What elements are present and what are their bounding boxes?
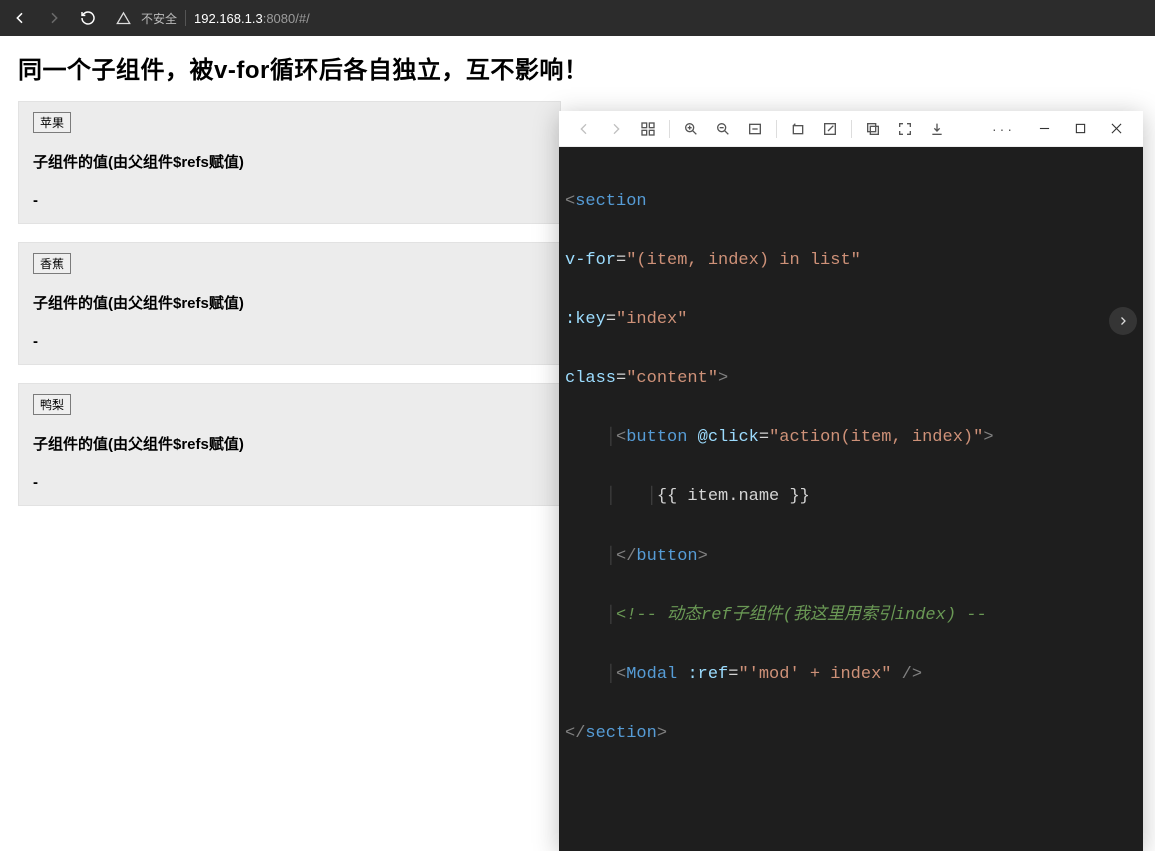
address-bar[interactable]: 不安全 192.168.1.3:8080/#/	[116, 10, 310, 27]
url-text: 192.168.1.3:8080/#/	[194, 11, 310, 26]
zoom-out-button[interactable]	[708, 115, 738, 143]
minimize-button[interactable]	[1027, 115, 1061, 143]
maximize-button[interactable]	[1063, 115, 1097, 143]
next-image-button[interactable]	[1109, 307, 1137, 335]
reload-button[interactable]	[78, 8, 98, 28]
list-item: 香蕉 子组件的值(由父组件$refs赋值) -	[18, 242, 561, 365]
fullscreen-button[interactable]	[890, 115, 920, 143]
viewer-back-button[interactable]	[569, 115, 599, 143]
sub-value: -	[33, 474, 546, 491]
item-button[interactable]: 苹果	[33, 112, 71, 133]
sub-value: -	[33, 333, 546, 350]
sub-title: 子组件的值(由父组件$refs赋值)	[33, 151, 546, 172]
toolbar-separator	[851, 120, 852, 138]
list-item: 苹果 子组件的值(由父组件$refs赋值) -	[18, 101, 561, 224]
image-viewer-window: ··· <section v-for="(item, index) in lis…	[559, 111, 1143, 851]
insecure-warning-icon	[116, 11, 131, 26]
fit-width-button[interactable]	[740, 115, 770, 143]
viewer-toolbar: ···	[559, 111, 1143, 147]
code-content: <section v-for="(item, index) in list" :…	[559, 147, 1143, 851]
close-button[interactable]	[1099, 115, 1133, 143]
browser-toolbar: 不安全 192.168.1.3:8080/#/	[0, 0, 1155, 36]
viewer-forward-button[interactable]	[601, 115, 631, 143]
url-separator	[185, 10, 186, 26]
toolbar-separator	[669, 120, 670, 138]
insecure-label: 不安全	[141, 10, 177, 27]
download-button[interactable]	[922, 115, 952, 143]
rotate-button[interactable]	[783, 115, 813, 143]
item-button[interactable]: 香蕉	[33, 253, 71, 274]
item-button[interactable]: 鸭梨	[33, 394, 71, 415]
page-title: 同一个子组件，被v-for循环后各自独立，互不影响！	[18, 50, 1137, 85]
gallery-button[interactable]	[633, 115, 663, 143]
more-button[interactable]: ···	[982, 121, 1025, 137]
back-button[interactable]	[10, 8, 30, 28]
sub-value: -	[33, 192, 546, 209]
forward-button[interactable]	[44, 8, 64, 28]
sub-title: 子组件的值(由父组件$refs赋值)	[33, 433, 546, 454]
edit-button[interactable]	[815, 115, 845, 143]
list-item: 鸭梨 子组件的值(由父组件$refs赋值) -	[18, 383, 561, 506]
copy-button[interactable]	[858, 115, 888, 143]
sub-title: 子组件的值(由父组件$refs赋值)	[33, 292, 546, 313]
toolbar-separator	[776, 120, 777, 138]
zoom-in-button[interactable]	[676, 115, 706, 143]
